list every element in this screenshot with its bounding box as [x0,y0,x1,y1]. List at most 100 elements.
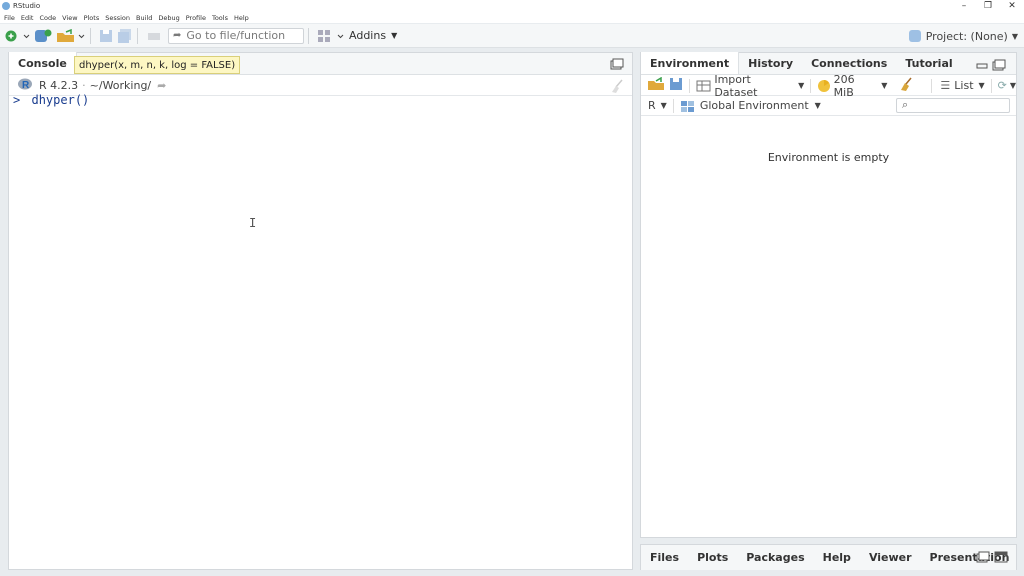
console-prompt: > [13,93,21,107]
environment-scope-dropdown[interactable]: Global Environment ▼ [680,99,821,113]
menu-view[interactable]: View [62,14,77,22]
print-button[interactable] [146,27,162,45]
maximize-button[interactable]: ❐ [976,0,1000,12]
addins-button[interactable]: Addins ▼ [349,27,397,45]
menu-edit[interactable]: Edit [21,14,34,22]
clear-objects-button[interactable] [899,77,915,94]
project-menu[interactable]: Project: (None) ▼ [908,24,1018,48]
menu-code[interactable]: Code [39,14,56,22]
r-logo-icon: R [17,77,33,94]
tab-connections[interactable]: Connections [802,52,896,74]
menu-help[interactable]: Help [234,14,249,22]
workspace-panes-button[interactable] [317,27,347,45]
tab-files[interactable]: Files [641,547,688,569]
tab-packages[interactable]: Packages [737,547,813,569]
new-file-icon [5,30,30,41]
main-toolbar: ➦ Go to file/function Addins ▼ Project: … [0,24,1024,48]
tab-plots[interactable]: Plots [688,547,737,569]
menu-session[interactable]: Session [105,14,130,22]
chevron-down-icon: ▼ [1009,81,1017,90]
menu-build[interactable]: Build [136,14,152,22]
title-bar: RStudio – ❐ ✕ [0,0,1024,12]
console-input-line[interactable]: > dhyper() [13,93,89,107]
toolbar-separator [137,27,138,44]
goto-arrow-icon: ➦ [173,30,182,41]
memory-usage: 206 MiB [833,72,855,99]
new-file-button[interactable] [4,27,30,45]
minimize-button[interactable]: – [952,0,976,12]
environment-toolbar: Import Dataset ▼ 206 MiB ▼ ☰ List ▼ ⟳ ▼ [641,73,1016,99]
tab-tutorial[interactable]: Tutorial [896,52,961,74]
import-dataset-label: Import Dataset [714,72,758,99]
restore-pane-icon [976,551,990,563]
save-all-button[interactable] [117,27,133,45]
environment-scope-bar: R ▼ Global Environment ▼ ⌕ [641,96,1016,116]
table-icon [696,80,711,91]
files-tabstrip: Files Plots Packages Help Viewer Present… [641,545,1016,570]
chevron-down-icon: ▼ [978,81,985,90]
separator-dot: · [82,79,86,92]
save-button[interactable] [99,27,113,45]
console-input[interactable]: dhyper() [31,93,89,107]
environment-empty-message: Environment is empty [767,151,890,164]
menu-file[interactable]: File [4,14,15,22]
r-version: R 4.2.3 [39,79,79,92]
list-icon: ☰ [940,79,951,92]
toolbar-separator [672,98,674,113]
minimize-pane-icon [976,63,988,69]
maximize-pane-button[interactable] [994,551,1008,566]
open-file-button[interactable] [56,27,86,45]
goto-file-input[interactable]: ➦ Go to file/function [168,27,304,44]
maximize-pane-icon [994,551,1008,563]
tab-console[interactable]: Console [9,52,77,74]
maximize-pane-icon [610,58,624,70]
menu-profile[interactable]: Profile [186,14,206,22]
tab-help[interactable]: Help [814,547,860,569]
memory-usage-button[interactable]: 206 MiB ▼ [817,73,887,99]
console-pane: Console T s ✕ R R 4.2.3 · ~/Working/ ➦ >… [8,52,633,570]
new-project-button[interactable] [34,27,52,45]
tab-environment[interactable]: Environment [641,52,740,74]
save-workspace-button[interactable] [669,77,683,94]
chevron-down-icon: ▼ [391,31,398,40]
window-title: RStudio [13,2,41,10]
tab-history[interactable]: History [739,52,802,74]
view-mode-label: List [954,79,974,92]
refresh-icon: ⟳ [997,79,1007,92]
addins-label: Addins [349,29,387,42]
view-mode-dropdown[interactable]: ☰ List ▼ [940,79,984,92]
pane-controls [976,551,1008,566]
chevron-down-icon: ▼ [881,81,888,90]
menu-tools[interactable]: Tools [212,14,228,22]
refresh-button[interactable]: ⟳ ▼ [998,79,1016,92]
new-project-icon [35,29,52,42]
tab-viewer[interactable]: Viewer [860,547,921,569]
rstudio-logo-icon [2,2,10,10]
environment-search-input[interactable]: ⌕ [896,98,1010,113]
toolbar-separator [810,78,812,93]
save-all-icon [118,28,131,43]
environment-icon [680,100,694,112]
restore-pane-button[interactable] [976,551,990,566]
menu-debug[interactable]: Debug [158,14,179,22]
toolbar-separator [990,78,992,93]
environment-pane: Environment History Connections Tutorial… [640,52,1017,538]
goto-placeholder: Go to file/function [186,29,286,42]
load-workspace-button[interactable] [647,76,665,94]
menu-plots[interactable]: Plots [84,14,100,22]
chevron-down-icon: ▼ [1011,31,1018,41]
minimize-pane-button[interactable] [976,59,988,74]
clear-console-button[interactable] [610,79,626,96]
language-dropdown[interactable]: R ▼ [648,99,667,112]
project-icon [908,30,921,42]
maximize-pane-icon [992,59,1006,71]
maximize-pane-button[interactable] [992,59,1006,74]
chevron-down-icon: ▼ [798,81,805,90]
print-icon [148,32,160,40]
import-dataset-button[interactable]: Import Dataset ▼ [696,73,804,99]
environment-scope-label: Global Environment [699,99,809,112]
broom-icon [901,77,913,91]
maximize-pane-button[interactable] [610,58,624,73]
close-button[interactable]: ✕ [1000,0,1024,12]
goto-directory-icon[interactable]: ➦ [157,79,166,92]
